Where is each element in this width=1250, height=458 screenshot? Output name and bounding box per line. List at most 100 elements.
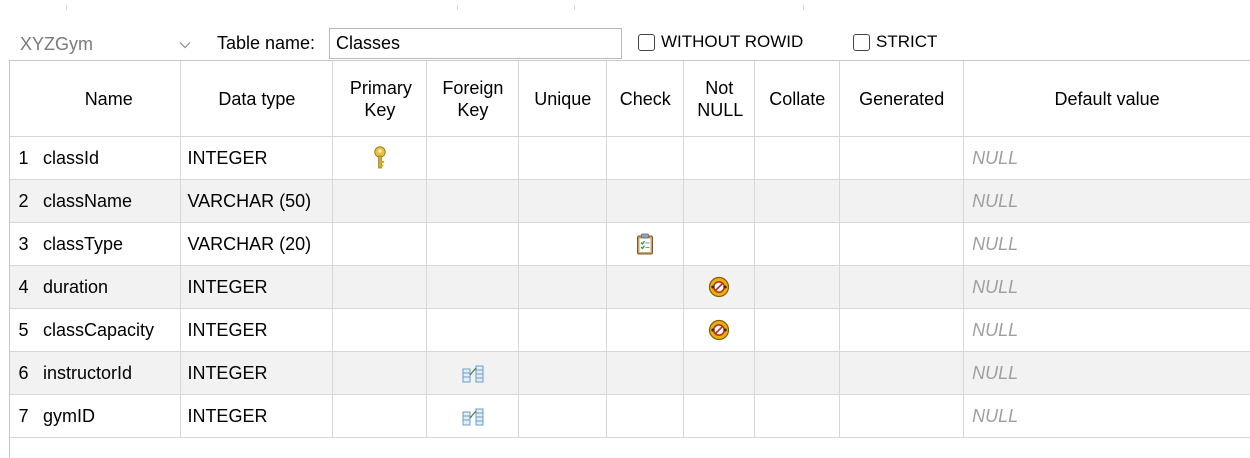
unique-cell[interactable] bbox=[518, 308, 608, 352]
foreign-key-cell[interactable] bbox=[426, 351, 520, 395]
unique-cell[interactable] bbox=[518, 136, 608, 180]
unique-cell[interactable] bbox=[518, 265, 608, 309]
table-row[interactable]: 7 gymID INTEGER NULL bbox=[10, 394, 1250, 438]
generated-cell[interactable] bbox=[839, 179, 965, 223]
generated-cell[interactable] bbox=[839, 394, 965, 438]
row-number: 5 bbox=[10, 308, 37, 352]
collate-cell[interactable] bbox=[754, 394, 841, 438]
data-type-cell[interactable]: INTEGER bbox=[180, 308, 334, 352]
foreign-key-cell[interactable] bbox=[426, 308, 520, 352]
without-rowid-checkbox[interactable]: WITHOUT ROWID bbox=[638, 30, 803, 54]
table-name-label: Table name: bbox=[217, 33, 316, 53]
header-name[interactable]: Name bbox=[36, 61, 182, 137]
foreign-key-cell[interactable] bbox=[426, 265, 520, 309]
collate-cell[interactable] bbox=[754, 222, 841, 266]
column-name-cell[interactable]: classCapacity bbox=[36, 308, 182, 352]
data-type-cell[interactable]: INTEGER bbox=[180, 265, 334, 309]
data-type-cell[interactable]: VARCHAR (50) bbox=[180, 179, 334, 223]
table-row[interactable]: 5 classCapacity INTEGER NULL bbox=[10, 308, 1250, 352]
unique-cell[interactable] bbox=[518, 351, 608, 395]
collate-cell[interactable] bbox=[754, 351, 841, 395]
data-type-cell[interactable]: INTEGER bbox=[180, 394, 334, 438]
clipboard-check-icon bbox=[637, 233, 654, 255]
primary-key-cell[interactable] bbox=[332, 265, 428, 309]
row-number: 4 bbox=[10, 265, 37, 309]
table-row[interactable]: 1 classId INTEGER NULL bbox=[10, 136, 1250, 180]
not-null-cell[interactable] bbox=[683, 179, 756, 223]
primary-key-cell[interactable] bbox=[332, 308, 428, 352]
data-type-cell[interactable]: INTEGER bbox=[180, 351, 334, 395]
not-null-cell[interactable] bbox=[683, 265, 756, 309]
not-null-cell[interactable] bbox=[683, 308, 756, 352]
collate-cell[interactable] bbox=[754, 265, 841, 309]
columns-table: Name Data type Primary Key Foreign Key U… bbox=[10, 61, 1250, 438]
generated-cell[interactable] bbox=[839, 351, 965, 395]
primary-key-cell[interactable] bbox=[332, 394, 428, 438]
generated-cell[interactable] bbox=[839, 136, 965, 180]
header-foreign-key[interactable]: Foreign Key bbox=[426, 61, 520, 137]
check-cell[interactable] bbox=[606, 179, 685, 223]
collate-cell[interactable] bbox=[754, 136, 841, 180]
table-row[interactable]: 6 instructorId INTEGER NULL bbox=[10, 351, 1250, 395]
not-null-cell[interactable] bbox=[683, 136, 756, 180]
corner-header bbox=[10, 61, 37, 137]
default-value-cell[interactable]: NULL bbox=[963, 179, 1250, 223]
check-cell[interactable] bbox=[606, 222, 685, 266]
check-cell[interactable] bbox=[606, 265, 685, 309]
not-null-cell[interactable] bbox=[683, 351, 756, 395]
default-value-cell[interactable]: NULL bbox=[963, 308, 1250, 352]
foreign-key-cell[interactable] bbox=[426, 394, 520, 438]
header-primary-key[interactable]: Primary Key bbox=[332, 61, 428, 137]
generated-cell[interactable] bbox=[839, 265, 965, 309]
table-name-input[interactable] bbox=[329, 28, 622, 59]
not-null-cell[interactable] bbox=[683, 222, 756, 266]
header-not-null[interactable]: Not NULL bbox=[683, 61, 756, 137]
data-type-cell[interactable]: VARCHAR (20) bbox=[180, 222, 334, 266]
default-value-cell[interactable]: NULL bbox=[963, 136, 1250, 180]
default-value-cell[interactable]: NULL bbox=[963, 351, 1250, 395]
collate-cell[interactable] bbox=[754, 308, 841, 352]
default-value-cell[interactable]: NULL bbox=[963, 222, 1250, 266]
unique-cell[interactable] bbox=[518, 394, 608, 438]
collate-cell[interactable] bbox=[754, 179, 841, 223]
header-default-value[interactable]: Default value bbox=[963, 61, 1250, 137]
column-name-cell[interactable]: classType bbox=[36, 222, 182, 266]
primary-key-cell[interactable] bbox=[332, 351, 428, 395]
header-generated[interactable]: Generated bbox=[839, 61, 965, 137]
column-name-cell[interactable]: className bbox=[36, 179, 182, 223]
without-rowid-box[interactable] bbox=[638, 33, 655, 51]
column-name-cell[interactable]: instructorId bbox=[36, 351, 182, 395]
check-cell[interactable] bbox=[606, 136, 685, 180]
default-value-cell[interactable]: NULL bbox=[963, 394, 1250, 438]
check-cell[interactable] bbox=[606, 308, 685, 352]
default-value-cell[interactable]: NULL bbox=[963, 265, 1250, 309]
check-cell[interactable] bbox=[606, 351, 685, 395]
unique-cell[interactable] bbox=[518, 179, 608, 223]
generated-cell[interactable] bbox=[839, 308, 965, 352]
column-name-cell[interactable]: duration bbox=[36, 265, 182, 309]
header-unique[interactable]: Unique bbox=[518, 61, 608, 137]
chevron-down-icon bbox=[179, 42, 191, 49]
primary-key-cell[interactable] bbox=[332, 136, 428, 180]
not-null-cell[interactable] bbox=[683, 394, 756, 438]
primary-key-cell[interactable] bbox=[332, 179, 428, 223]
primary-key-cell[interactable] bbox=[332, 222, 428, 266]
generated-cell[interactable] bbox=[839, 222, 965, 266]
header-collate[interactable]: Collate bbox=[754, 61, 841, 137]
strict-checkbox[interactable]: STRICT bbox=[853, 30, 937, 54]
table-row[interactable]: 2 className VARCHAR (50) NULL bbox=[10, 179, 1250, 223]
data-type-cell[interactable]: INTEGER bbox=[180, 136, 334, 180]
table-row[interactable]: 3 classType VARCHAR (20) NULL bbox=[10, 222, 1250, 266]
foreign-key-cell[interactable] bbox=[426, 179, 520, 223]
column-name-cell[interactable]: gymID bbox=[36, 394, 182, 438]
check-cell[interactable] bbox=[606, 394, 685, 438]
foreign-key-cell[interactable] bbox=[426, 222, 520, 266]
table-row[interactable]: 4 duration INTEGER NULL bbox=[10, 265, 1250, 309]
header-data-type[interactable]: Data type bbox=[180, 61, 334, 137]
foreign-key-cell[interactable] bbox=[426, 136, 520, 180]
database-select[interactable]: XYZGym bbox=[10, 29, 198, 59]
strict-box[interactable] bbox=[853, 33, 870, 51]
header-check[interactable]: Check bbox=[606, 61, 685, 137]
unique-cell[interactable] bbox=[518, 222, 608, 266]
column-name-cell[interactable]: classId bbox=[36, 136, 182, 180]
